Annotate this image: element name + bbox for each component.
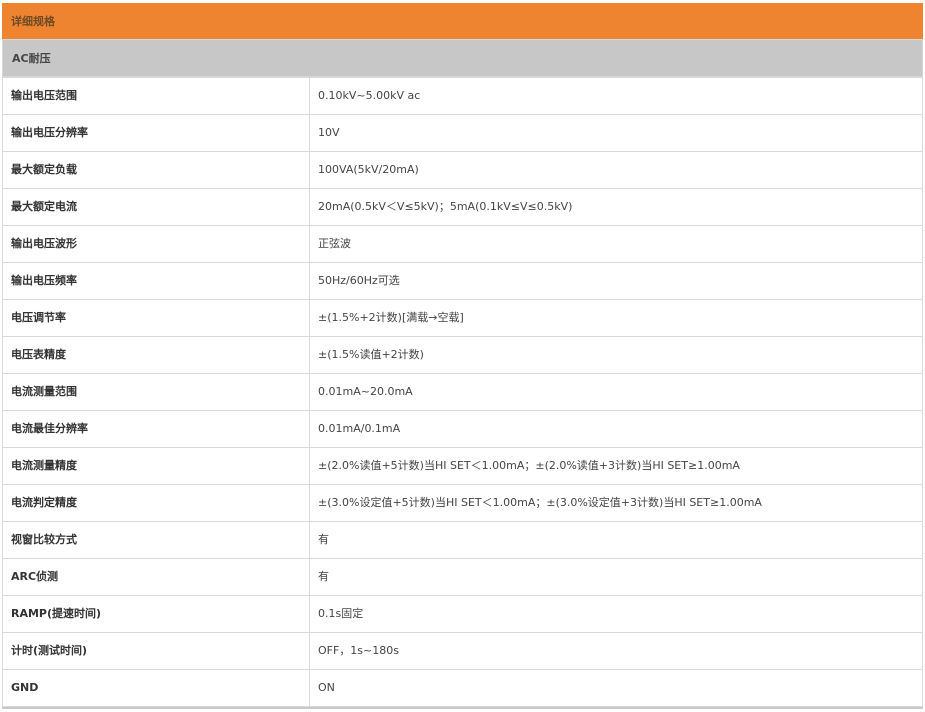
spec-row: 电流测量范围 0.01mA~20.0mA [2,373,923,411]
spec-table-body: 输出电压范围 0.10kV~5.00kV ac 输出电压分辨率 10V 最大额定负载… [2,77,923,707]
spec-value: ±(2.0%读值+5计数)当HI SET＜1.00mA；±(2.0%读值+3计数… [309,447,923,485]
spec-label: 最大额定负载 [2,151,310,189]
spec-value: OFF，1s~180s [309,632,923,670]
spec-value: ±(1.5%读值+2计数) [309,336,923,374]
spec-label: 电流判定精度 [2,484,310,522]
spec-label: 输出电压范围 [2,77,310,115]
spec-label: ARC侦测 [2,558,310,596]
spec-label: 视窗比较方式 [2,521,310,559]
spec-row: 电流最佳分辨率 0.01mA/0.1mA [2,410,923,448]
spec-row: 视窗比较方式有 [2,521,923,559]
spec-row: GND ON [2,669,923,707]
spec-header-bar: 详细规格 [2,3,923,40]
spec-label: 电压调节率 [2,299,310,337]
spec-value: 有 [309,521,923,559]
spec-label: 输出电压波形 [2,225,310,263]
spec-row: 电流判定精度 ±(3.0%设定值+5计数)当HI SET＜1.00mA；±(3.0… [2,484,923,522]
spec-value: 有 [309,558,923,596]
spec-label: 电压表精度 [2,336,310,374]
spec-label: 计时(测试时间) [2,632,310,670]
spec-value: 50Hz/60Hz可选 [309,262,923,300]
spec-value: 20mA(0.5kV＜V≤5kV)；5mA(0.1kV≤V≤0.5kV) [309,188,923,226]
spec-label: 电流最佳分辨率 [2,410,310,448]
spec-value: ON [309,669,923,707]
spec-row: 计时(测试时间) OFF，1s~180s [2,632,923,670]
spec-label: 电流测量精度 [2,447,310,485]
spec-table: 输出电压范围 0.10kV~5.00kV ac 输出电压分辨率 10V 最大额定负载… [2,77,923,707]
spec-row: 输出电压频率 50Hz/60Hz可选 [2,262,923,300]
spec-row: 电流测量精度 ±(2.0%读值+5计数)当HI SET＜1.00mA；±(2.0%… [2,447,923,485]
spec-row: 输出电压波形 正弦波 [2,225,923,263]
spec-header-title: 详细规格 [11,15,55,28]
spec-row: 电压表精度 ±(1.5%读值+2计数) [2,336,923,374]
spec-value: 0.10kV~5.00kV ac [309,77,923,115]
spec-container: 详细规格 AC耐压 输出电压范围 0.10kV~5.00kV ac 输出电压分辨率… [2,3,923,709]
spec-row: RAMP(提速时间) 0.1s固定 [2,595,923,633]
spec-value: 10V [309,114,923,152]
spec-label: 输出电压分辨率 [2,114,310,152]
spec-row: 最大额定负载 100VA(5kV/20mA) [2,151,923,189]
spec-value: ±(3.0%设定值+5计数)当HI SET＜1.00mA；±(3.0%设定值+3… [309,484,923,522]
spec-value: 0.1s固定 [309,595,923,633]
spec-label: 电流测量范围 [2,373,310,411]
section-header-bar: AC耐压 [2,40,923,77]
spec-label: GND [2,669,310,707]
spec-label: 输出电压频率 [2,262,310,300]
spec-row: 电压调节率 ±(1.5%+2计数)[满载→空载] [2,299,923,337]
spec-label: 最大额定电流 [2,188,310,226]
spec-row: 最大额定电流 20mA(0.5kV＜V≤5kV)；5mA(0.1kV≤V≤0.5k… [2,188,923,226]
spec-row: ARC侦测有 [2,558,923,596]
spec-value: ±(1.5%+2计数)[满载→空载] [309,299,923,337]
spec-value: 0.01mA/0.1mA [309,410,923,448]
spec-label: RAMP(提速时间) [2,595,310,633]
section-title: AC耐压 [12,52,51,65]
spec-value: 正弦波 [309,225,923,263]
spec-value: 100VA(5kV/20mA) [309,151,923,189]
spec-row: 输出电压分辨率 10V [2,114,923,152]
spec-row: 输出电压范围 0.10kV~5.00kV ac [2,77,923,115]
spec-value: 0.01mA~20.0mA [309,373,923,411]
